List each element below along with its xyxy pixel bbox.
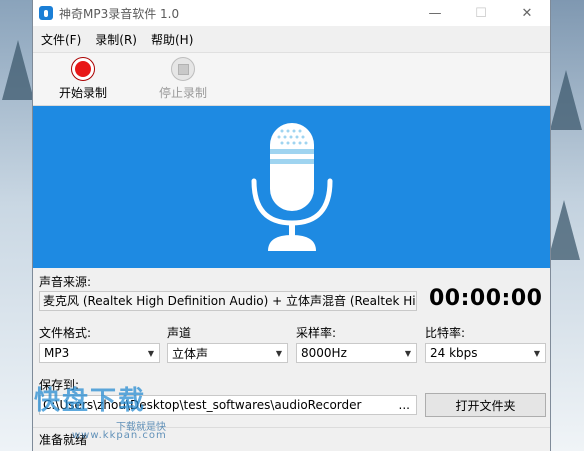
- channel-value: 立体声: [172, 346, 209, 361]
- stop-record-label: 停止录制: [158, 86, 207, 100]
- toolbar: 开始录制 停止录制: [33, 53, 550, 106]
- bitrate-select[interactable]: 24 kbps ▼: [425, 343, 546, 363]
- chevron-down-icon: ▼: [147, 348, 154, 358]
- title-bar[interactable]: 神奇MP3录音软件 1.0 — ☐ ✕: [33, 0, 550, 26]
- status-bar: 准备就绪: [33, 427, 550, 451]
- format-select[interactable]: MP3 ▼: [39, 343, 160, 363]
- stop-record-button[interactable]: 停止录制: [133, 53, 233, 105]
- save-path-value: C:\Users\zhou\Desktop\test_softwares\aud…: [43, 398, 362, 412]
- menu-help[interactable]: 帮助(H): [143, 31, 199, 48]
- menu-file[interactable]: 文件(F): [33, 31, 87, 48]
- browse-button[interactable]: ...: [399, 398, 410, 412]
- window-title: 神奇MP3录音软件 1.0: [59, 6, 180, 21]
- chevron-down-icon: ▼: [275, 348, 282, 358]
- tree-decoration: [548, 200, 580, 260]
- stop-icon: [171, 57, 195, 81]
- bitrate-label: 比特率:: [425, 326, 466, 340]
- start-record-label: 开始录制: [58, 86, 107, 100]
- save-path-field[interactable]: C:\Users\zhou\Desktop\test_softwares\aud…: [39, 395, 417, 415]
- open-folder-button[interactable]: 打开文件夹: [425, 393, 546, 417]
- tree-decoration: [550, 70, 582, 130]
- sample-rate-label: 采样率:: [296, 326, 337, 340]
- source-field[interactable]: 麦克风 (Realtek High Definition Audio) + 立体…: [39, 291, 417, 311]
- channel-label: 声道: [167, 326, 192, 340]
- microphone-icon: [251, 123, 332, 251]
- maximize-button[interactable]: ☐: [458, 0, 504, 26]
- menu-record[interactable]: 录制(R): [87, 31, 143, 48]
- minimize-button[interactable]: —: [412, 0, 458, 26]
- microphone-banner: [33, 106, 550, 268]
- status-text: 准备就绪: [39, 433, 88, 447]
- save-label: 保存到:: [39, 378, 80, 392]
- app-window: 神奇MP3录音软件 1.0 — ☐ ✕ 文件(F) 录制(R) 帮助(H) 开始…: [32, 0, 551, 451]
- chevron-down-icon: ▼: [533, 348, 540, 358]
- start-record-button[interactable]: 开始录制: [33, 53, 133, 105]
- tree-decoration: [2, 40, 34, 100]
- record-icon: [71, 57, 95, 81]
- timer-display: 00:00:00: [429, 286, 543, 311]
- sample-rate-value: 8000Hz: [301, 346, 347, 360]
- app-icon: [39, 6, 53, 20]
- menu-bar: 文件(F) 录制(R) 帮助(H): [33, 26, 550, 53]
- close-button[interactable]: ✕: [504, 0, 550, 26]
- bitrate-value: 24 kbps: [430, 346, 478, 360]
- format-label: 文件格式:: [39, 326, 92, 340]
- chevron-down-icon: ▼: [404, 348, 411, 358]
- settings-panel: 声音来源: 麦克风 (Realtek High Definition Audio…: [33, 268, 550, 428]
- format-value: MP3: [44, 346, 70, 360]
- channel-select[interactable]: 立体声 ▼: [167, 343, 288, 363]
- source-label: 声音来源:: [39, 275, 92, 289]
- sample-rate-select[interactable]: 8000Hz ▼: [296, 343, 417, 363]
- window-controls: — ☐ ✕: [412, 0, 550, 26]
